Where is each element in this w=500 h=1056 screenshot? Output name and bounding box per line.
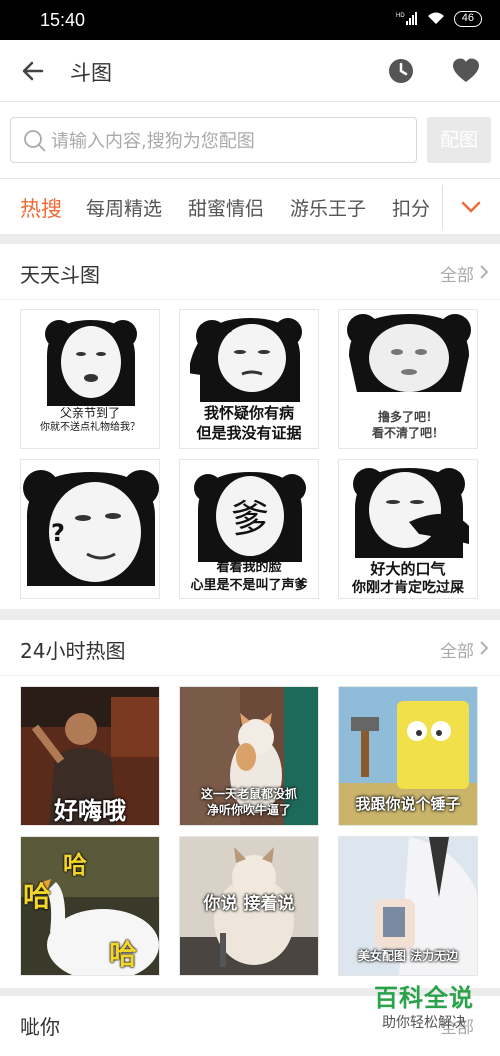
meme-tile[interactable]: 这一天老鼠都没抓 净听你吹牛逼了	[179, 686, 319, 826]
search-input[interactable]	[51, 126, 411, 156]
panda-face-image	[45, 320, 137, 406]
meme-caption: 好嗨哦	[54, 797, 126, 825]
meme-caption: 这一天老鼠都没抓	[200, 787, 297, 801]
tab-weekly[interactable]: 每周精选	[86, 194, 162, 221]
battery-indicator: 46	[453, 11, 482, 27]
meme-caption: 你说 接着说	[203, 894, 295, 914]
meme-caption: 我跟你说个锤子	[355, 795, 461, 813]
wifi-icon	[426, 10, 446, 28]
meme-caption: 哈	[23, 880, 52, 913]
search-box[interactable]	[10, 117, 417, 163]
watermark-title: 百科全说	[374, 984, 474, 1012]
meme-caption: 美女配图 法力无边	[357, 949, 459, 963]
tab-hot[interactable]: 热搜	[20, 193, 62, 223]
meme-tile[interactable]: ?	[20, 459, 160, 599]
meme-caption: 看着我的脸	[216, 560, 282, 575]
panda-face-image: ?	[23, 470, 159, 586]
panda-face-image	[347, 314, 471, 392]
meme-caption: 好大的口气	[370, 560, 446, 578]
status-time: 15:40	[40, 10, 86, 30]
tab-prince[interactable]: 游乐王子	[290, 194, 366, 221]
meme-tile[interactable]: 我怀疑你有病 但是我没有证据	[179, 309, 319, 449]
meme-tile[interactable]: 你说 接着说	[179, 836, 319, 976]
meme-tile[interactable]: 我跟你说个锤子	[338, 686, 478, 826]
panda-face-image	[190, 318, 302, 402]
back-arrow-icon[interactable]	[18, 56, 48, 86]
panda-face-image	[353, 468, 469, 558]
see-all-link[interactable]: 全部	[440, 261, 474, 286]
meme-tile[interactable]: 撸多了吧！ 看不清了吧！	[338, 309, 478, 449]
category-tabs: 热搜 每周精选 甜蜜情侣 游乐王子 扣分	[0, 178, 500, 234]
meme-caption: 看不清了吧！	[371, 426, 444, 440]
page-title: 斗图	[70, 61, 112, 85]
meme-tile[interactable]: 父亲节到了 你就不送点礼物给我？	[20, 309, 160, 449]
history-clock-icon[interactable]	[386, 56, 416, 86]
watermark: 百科全说 助你轻松解决	[364, 978, 490, 1034]
app-bar: 斗图	[0, 40, 500, 102]
meme-tile[interactable]: 爹 看着我的脸 心里是不是叫了声爹	[179, 459, 319, 599]
section-title: 呲你	[20, 1015, 60, 1039]
tabs-divider	[442, 185, 443, 229]
tab-couple[interactable]: 甜蜜情侣	[188, 194, 264, 221]
chevron-right-icon[interactable]	[478, 264, 490, 280]
section-daily-meme: 天天斗图 全部 父亲节到了 你就不送点礼物给我？ 我怀疑你有病 但是我没有证据	[0, 244, 500, 609]
meme-tile[interactable]: 美女配图 法力无边	[338, 836, 478, 976]
meme-caption: 但是我没有证据	[196, 424, 302, 442]
meme-tile[interactable]: 好大的口气 你刚才肯定吃过屎	[338, 459, 478, 599]
meme-caption: 哈	[109, 938, 138, 971]
meme-tile[interactable]: 好嗨哦	[20, 686, 160, 826]
panda-face-image: 爹	[194, 472, 306, 562]
meme-caption: 父亲节到了	[59, 406, 120, 420]
tab-deduct[interactable]: 扣分	[392, 194, 430, 221]
section-header: 天天斗图 全部	[0, 244, 500, 300]
section-title: 天天斗图	[20, 263, 100, 287]
search-row: 配图	[0, 102, 500, 178]
chevron-down-icon[interactable]	[458, 196, 484, 218]
meme-mark-text: 爹	[231, 497, 269, 541]
meme-caption: ?	[51, 519, 65, 547]
meme-caption: 我怀疑你有病	[203, 404, 294, 422]
status-bar: 15:40 HD 46	[0, 0, 500, 40]
meme-tile[interactable]: 哈 哈 哈	[20, 836, 160, 976]
meme-caption: 哈	[63, 851, 87, 879]
signal-icon: HD	[396, 11, 418, 28]
search-icon	[24, 130, 46, 152]
meme-caption: 净听你吹牛逼了	[206, 803, 291, 817]
svg-text:HD: HD	[396, 13, 405, 19]
chevron-right-icon[interactable]	[478, 640, 490, 656]
section-24h-hot: 24小时热图 全部 好嗨哦 这一天老鼠都没抓 净听你吹牛逼了 我跟你说个锤子 哈…	[0, 620, 500, 988]
match-image-button[interactable]: 配图	[427, 117, 491, 163]
status-icons: HD 46	[396, 10, 482, 28]
meme-caption: 撸多了吧！	[377, 410, 438, 424]
meme-caption: 你刚才肯定吃过屎	[352, 580, 464, 596]
watermark-subtitle: 助你轻松解决	[382, 1015, 466, 1031]
section-title: 24小时热图	[20, 639, 126, 663]
meme-caption: 你就不送点礼物给我？	[40, 422, 140, 433]
section-header: 24小时热图 全部	[0, 620, 500, 676]
see-all-link[interactable]: 全部	[440, 637, 474, 662]
meme-caption: 心里是不是叫了声爹	[190, 578, 308, 593]
favorite-heart-icon[interactable]	[451, 56, 481, 86]
